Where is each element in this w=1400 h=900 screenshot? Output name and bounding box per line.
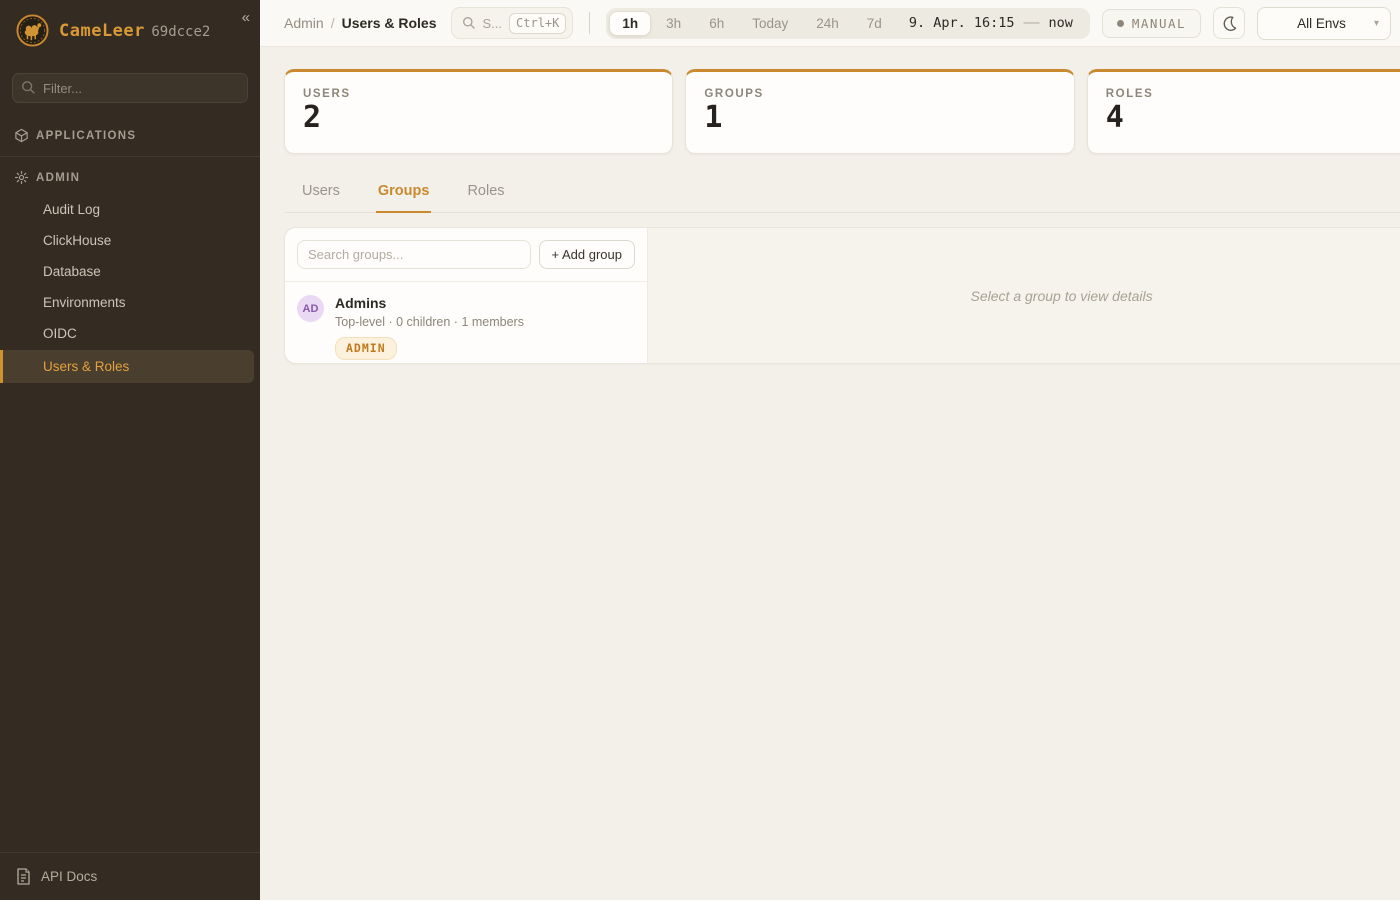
stat-label: ROLES (1106, 88, 1400, 100)
package-icon (14, 128, 29, 143)
stat-cards: USERS 2 GROUPS 1 ROLES 4 (284, 69, 1400, 154)
admin-nav: Audit LogClickHouseDatabaseEnvironmentsO… (0, 194, 260, 388)
groups-toolbar: + Add group (285, 228, 647, 282)
gear-icon (14, 170, 29, 185)
sidebar-filter-input[interactable] (12, 73, 248, 103)
stat-label: USERS (303, 88, 654, 100)
tab[interactable]: Users (300, 177, 342, 213)
sidebar-section-admin[interactable]: ADMIN (0, 161, 260, 194)
theme-toggle-button[interactable] (1213, 7, 1245, 39)
group-name: Admins (335, 293, 524, 314)
group-meta: Top-level · 0 children · 1 members (335, 315, 524, 329)
section-label: ADMIN (36, 172, 80, 184)
time-range-buttons: 1h3h6hToday24h7d (609, 11, 894, 36)
time-to: now (1048, 15, 1072, 31)
add-group-button[interactable]: + Add group (539, 240, 635, 269)
stat-value: 1 (704, 103, 1055, 133)
app-version: 69dcce2 (151, 24, 210, 40)
breadcrumb: Admin / Users & Roles (284, 15, 437, 31)
time-range-button[interactable]: 1h (609, 11, 651, 36)
time-range-group: 1h3h6hToday24h7d 9. Apr. 16:15 — now (606, 8, 1089, 39)
stat-card: USERS 2 (284, 69, 673, 154)
time-range-button[interactable]: Today (739, 11, 801, 36)
sidebar-filter (12, 73, 248, 103)
search-placeholder: S... (483, 16, 503, 31)
time-range-button[interactable]: 24h (803, 11, 852, 36)
time-range-button[interactable]: 6h (696, 11, 737, 36)
sidebar-item[interactable]: Environments (0, 288, 260, 317)
stat-value: 4 (1106, 103, 1400, 133)
sidebar-item[interactable]: ClickHouse (0, 226, 260, 255)
topbar-right: MANUAL All Envs ▾ admin AD (1102, 7, 1400, 40)
topbar: Admin / Users & Roles S... Ctrl+K 1h3h6h… (260, 0, 1400, 47)
stat-card: GROUPS 1 (685, 69, 1074, 154)
sidebar-item[interactable]: Users & Roles (0, 350, 254, 383)
sidebar-item[interactable]: Database (0, 257, 260, 286)
chevron-down-icon: ▾ (1374, 18, 1379, 29)
section-label: APPLICATIONS (36, 130, 136, 142)
time-range-button[interactable]: 3h (653, 11, 694, 36)
tab[interactable]: Groups (376, 177, 432, 213)
document-icon (16, 868, 31, 885)
topbar-divider (589, 12, 590, 34)
main-area: Admin / Users & Roles S... Ctrl+K 1h3h6h… (260, 0, 1400, 900)
content: USERS 2 GROUPS 1 ROLES 4 Users Groups Role… (260, 47, 1400, 900)
search-icon (462, 16, 476, 30)
stat-card: ROLES 4 (1087, 69, 1400, 154)
tab[interactable]: Roles (465, 177, 506, 213)
tabs: Users Groups Roles (284, 177, 1400, 213)
sidebar-collapse-icon[interactable]: « (242, 10, 250, 25)
time-range-display[interactable]: 9. Apr. 16:15 — now (897, 14, 1087, 32)
global-search-button[interactable]: S... Ctrl+K (451, 7, 574, 39)
status-dot (1117, 20, 1124, 27)
breadcrumb-separator: / (331, 15, 335, 31)
breadcrumb-current: Users & Roles (342, 15, 437, 31)
groups-list-pane: + Add group AD Admins Top-level · 0 chil… (285, 228, 648, 363)
time-range-button[interactable]: 7d (854, 11, 895, 36)
mode-label: MANUAL (1132, 16, 1186, 31)
cameleer-logo-icon (16, 14, 49, 47)
manual-mode-badge[interactable]: MANUAL (1102, 9, 1201, 38)
moon-icon (1221, 15, 1238, 32)
stat-value: 2 (303, 103, 654, 133)
app-title: CameLeer (59, 21, 145, 41)
sidebar-item[interactable]: OIDC (0, 319, 260, 348)
groups-list: AD Admins Top-level · 0 children · 1 mem… (285, 282, 647, 364)
environment-select-value: All Envs (1297, 16, 1346, 31)
sidebar: CameLeer 69dcce2 « APPLICATIONS ADMIN Au… (0, 0, 260, 900)
breadcrumb-parent[interactable]: Admin (284, 15, 324, 31)
sidebar-header: CameLeer 69dcce2 « (0, 0, 260, 63)
search-icon (21, 80, 36, 95)
api-docs-link[interactable]: API Docs (0, 852, 260, 900)
search-shortcut-kbd: Ctrl+K (509, 13, 566, 34)
group-details-pane: Select a group to view details (648, 228, 1400, 363)
stat-label: GROUPS (704, 88, 1055, 100)
sidebar-item[interactable]: Audit Log (0, 195, 260, 224)
sidebar-section-applications[interactable]: APPLICATIONS (0, 119, 260, 152)
groups-search-input[interactable] (297, 240, 531, 269)
time-separator: — (1023, 14, 1039, 32)
groups-panel: + Add group AD Admins Top-level · 0 chil… (284, 227, 1400, 364)
time-from: 9. Apr. 16:15 (909, 15, 1015, 31)
sidebar-divider (0, 156, 260, 157)
group-avatar: AD (297, 295, 324, 322)
empty-state-text: Select a group to view details (971, 288, 1153, 304)
group-admin-badge: ADMIN (335, 337, 397, 360)
group-list-item[interactable]: AD Admins Top-level · 0 children · 1 mem… (285, 282, 647, 364)
environment-select[interactable]: All Envs ▾ (1257, 7, 1391, 40)
api-docs-label: API Docs (41, 869, 97, 884)
